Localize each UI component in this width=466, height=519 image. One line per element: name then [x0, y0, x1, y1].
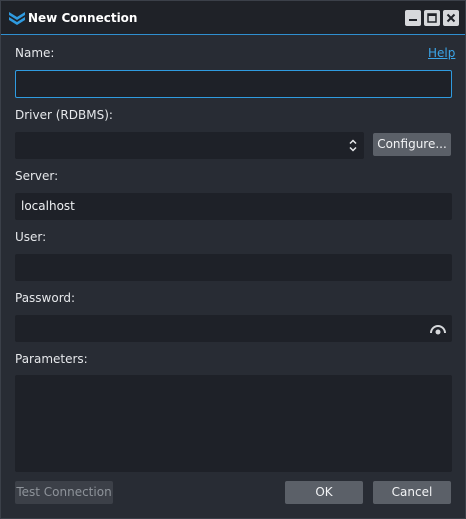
test-connection-button[interactable]: Test Connection — [15, 481, 113, 504]
user-field[interactable] — [15, 254, 452, 281]
parameters-textarea[interactable] — [15, 375, 452, 472]
minimize-button[interactable] — [405, 10, 421, 26]
driver-label: Driver (RDBMS): — [15, 108, 113, 122]
app-logo-icon — [9, 12, 25, 25]
show-password-icon[interactable] — [429, 322, 447, 336]
password-label: Password: — [15, 291, 76, 305]
driver-select[interactable] — [15, 132, 364, 159]
new-connection-dialog: New Connection Name: Help Driver (RDBMS)… — [0, 0, 466, 519]
help-link[interactable]: Help — [428, 46, 455, 60]
window-title: New Connection — [28, 11, 138, 25]
ok-button[interactable]: OK — [285, 481, 363, 504]
minimize-icon — [409, 19, 417, 21]
server-label: Server: — [15, 169, 59, 183]
chevron-updown-icon — [349, 139, 357, 152]
name-label: Name: — [15, 46, 55, 60]
close-button[interactable] — [443, 10, 459, 26]
close-icon — [446, 13, 456, 23]
maximize-button[interactable] — [424, 10, 440, 26]
server-field[interactable]: localhost — [15, 193, 452, 220]
cancel-button[interactable]: Cancel — [373, 481, 451, 504]
configure-button[interactable]: Configure... — [373, 133, 451, 156]
name-field[interactable] — [15, 70, 452, 98]
maximize-icon — [427, 13, 437, 23]
user-label: User: — [15, 230, 47, 244]
title-bar[interactable]: New Connection — [1, 1, 465, 35]
password-field[interactable] — [15, 315, 452, 342]
parameters-label: Parameters: — [15, 352, 88, 366]
